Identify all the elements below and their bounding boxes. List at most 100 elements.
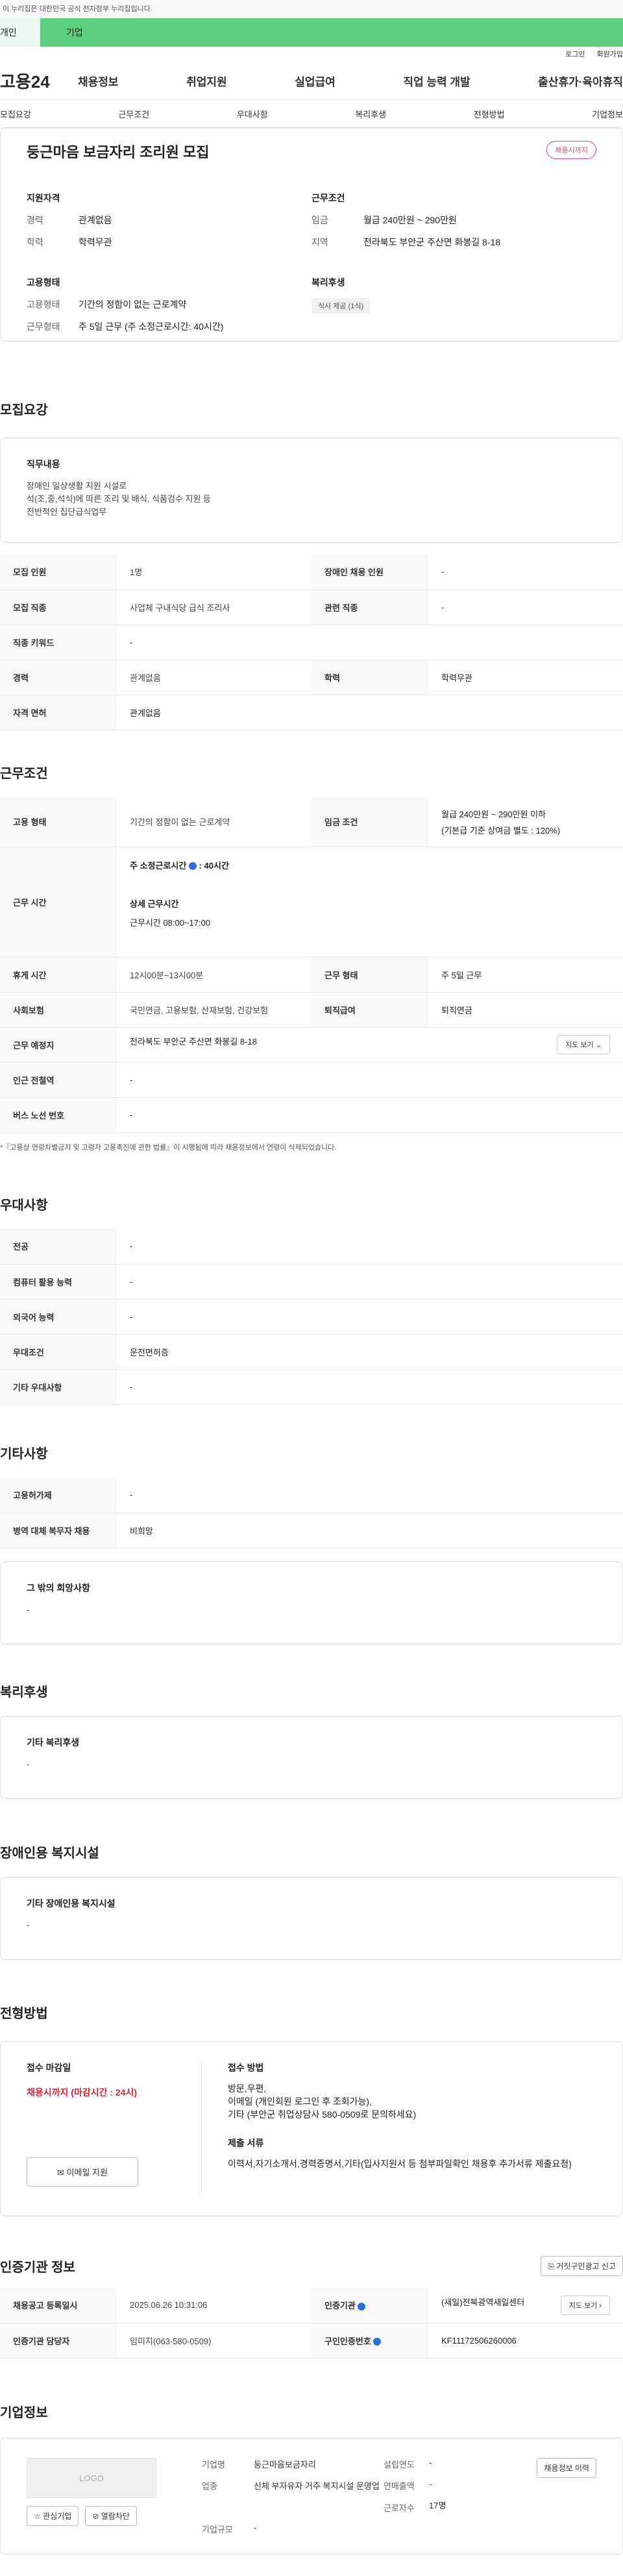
report-button[interactable]: ⎘ 거짓구인광고 신고 (541, 2256, 623, 2276)
table-row: 우대조건 운전면허증 (0, 1334, 623, 1370)
company-year-label: 설립연도 (384, 2460, 415, 2470)
conditions-heading: 근무조건 (312, 193, 345, 203)
cell-label: 사회보험 (0, 992, 117, 1028)
cell-label: 고용 형태 (0, 797, 117, 847)
tab-personal[interactable]: 개인 (0, 18, 40, 47)
cell-label: 자격 면허 (0, 695, 117, 730)
gnb-item-employment-support[interactable]: 취업지원 (186, 73, 227, 89)
job-history-button[interactable]: 채용정보 이력 (537, 2458, 596, 2478)
table-row: 고용 형태 기간의 정함이 없는 근로계약 임금 조건 월급 240만원 ~ 290만… (0, 797, 623, 847)
cell-label: 외국어 능력 (0, 1299, 117, 1335)
tab-corporate[interactable]: 기업 (40, 18, 623, 47)
star-icon: ☆ (34, 2512, 41, 2521)
deadline-badge: 채용시까지 (546, 141, 596, 159)
anchor-recruit[interactable]: 모집요강 (0, 108, 31, 120)
anchor-welfare[interactable]: 복리후생 (355, 108, 386, 120)
info-icon[interactable] (358, 2302, 366, 2310)
method-line: 기타 (부안군 취업상담사 580-0509로 문의하세요) (228, 2109, 417, 2120)
org-value: (새일)전북광역새일센터 (441, 2297, 525, 2307)
etc-hope-box: 그 밖의 희망사항 - (0, 1561, 623, 1644)
anchor-pref[interactable]: 우대사항 (237, 108, 268, 120)
email-apply-button[interactable]: ✉ 이메일 지원 (27, 2157, 138, 2186)
cell-value: 학력무관 (428, 660, 623, 695)
site-logo[interactable]: 고용24 (0, 69, 78, 93)
hours-detail-label: 상세 근무시간 (130, 898, 179, 909)
company-sales-label: 연매출액 근로자수 (384, 2481, 415, 2513)
pref-heading: 우대사항 (0, 1198, 48, 1213)
info-icon[interactable] (188, 862, 197, 871)
company-biz-value: 신체 부자유자 거주 복지시설 운영업 (254, 2481, 380, 2491)
anchor-company[interactable]: 기업정보 (592, 108, 623, 120)
cell-value: - (428, 589, 623, 625)
worktype-label: 근무형태 (27, 321, 60, 332)
etc-section: 기타사항 고용허가제 - 병역 대체 복무자 채용 비희망 그 밖의 희망사항 - (0, 1443, 623, 1644)
table-row: 모집 인원 1명 장애인 채용 인원 - (0, 554, 623, 590)
table-row: 인증기관 담당자 임미지(063-580-0509) 구인인증번호 KF111725… (0, 2323, 623, 2359)
cell-value: - (117, 1299, 623, 1335)
cell-value: 비희망 (117, 1513, 623, 1548)
gnb-menu: 채용정보 취업지원 실업급여 직업 능력 개발 출산휴가·육아휴직 (78, 73, 623, 89)
cell-label: 장애인 채용 인원 (312, 554, 428, 590)
method-line: 방문,우편, (228, 2083, 267, 2094)
cell-value: 2025.06.26 10:31:06 (117, 2288, 312, 2323)
table-row: 모집 직종 사업체 구내식당 급식 조리사 관련 직종 - (0, 589, 623, 625)
age-footnote: *『고용상 연령차별금지 및 고령자 고용촉진에 관한 법률』이 시행됨에 따라… (0, 1143, 337, 1152)
gnb-item-leave[interactable]: 출산휴가·육아휴직 (538, 73, 623, 89)
block-view-button[interactable]: ⊘ 열람차단 (85, 2506, 137, 2526)
map-button[interactable]: 지도 보기 ⌄ (557, 1035, 610, 1054)
etc-hope-heading: 그 밖의 희망사항 (27, 1582, 90, 1593)
location-label: 지역 (312, 237, 328, 247)
welfare-heading: 복리후생 (0, 1685, 48, 1700)
gnb-item-jobs[interactable]: 채용정보 (78, 73, 119, 89)
wage-line: 월급 240만원 ~ 290만원 이하 (441, 809, 546, 819)
etc-hope-value: - (27, 1604, 30, 1615)
cell-label: 임금 조건 (312, 797, 428, 847)
cell-value: - (117, 1264, 623, 1300)
cell-value: - (117, 1097, 623, 1133)
company-sales-value: - (429, 2479, 432, 2489)
cert-map-button[interactable]: 지도 보기 › (560, 2295, 610, 2315)
cell-value: - (117, 1062, 623, 1098)
edu-value: 학력무관 (79, 237, 112, 247)
company-year-value: - (429, 2458, 432, 2468)
emptype-label: 고용형태 (27, 299, 60, 310)
recruit-section: 모집요강 직무내용 장애인 일상생활 지원 시설로 석(조,중,석식)에 따른 … (0, 399, 623, 730)
cell-value: 사업체 구내식당 급식 조리사 (117, 589, 312, 625)
anchor-selection[interactable]: 전형방법 (474, 108, 505, 120)
cell-label: 우대조건 (0, 1334, 117, 1370)
table-row: 사회보험 국민연금, 고용보험, 산재보험, 건강보험 퇴직급여 퇴직연금 (0, 992, 623, 1028)
company-box: LOGO ☆ 관심기업 ⊘ 열람차단 기업명 둥근마음보금자리 설립연도 - 업종 신… (0, 2438, 623, 2555)
favorite-company-button[interactable]: ☆ 관심기업 (27, 2506, 79, 2526)
anchor-work[interactable]: 근무조건 (118, 108, 149, 120)
place-value: 전라북도 부안군 주산면 화봉길 8-18 (130, 1037, 257, 1046)
cell-value: - (117, 1229, 623, 1265)
table-row: 전공 - (0, 1229, 623, 1265)
signup-link[interactable]: 회원가입 (597, 47, 623, 62)
cell-label: 인증기관 (312, 2288, 428, 2323)
login-link[interactable]: 로그인 (565, 47, 585, 62)
work-heading: 근무조건 (0, 767, 48, 781)
company-emp-value: 17명 (429, 2501, 446, 2510)
etc-table: 고용허가제 - 병역 대체 복무자 채용 비희망 (0, 1478, 623, 1548)
gnb-item-training[interactable]: 직업 능력 개발 (403, 73, 470, 89)
cell-value: 주 5일 근무 (428, 957, 623, 993)
mail-icon: ✉ (57, 2168, 64, 2177)
cell-value: 1명 (117, 554, 312, 590)
company-size-label: 기업규모 (202, 2525, 233, 2534)
section-anchor-nav: 모집요강 근무조건 우대사항 복리후생 전형방법 기업정보 (0, 100, 623, 129)
selection-heading: 전형방법 (0, 2007, 48, 2021)
report-icon: ⎘ (548, 2262, 554, 2271)
cell-label: 고용허가제 (0, 1478, 117, 1513)
table-row: 인근 전철역 - (0, 1062, 623, 1098)
gnb-item-unemployment[interactable]: 실업급여 (295, 73, 336, 89)
cell-value: 기간의 정함이 없는 근로계약 (117, 797, 312, 847)
cell-label: 학력 (312, 660, 428, 695)
deadline-heading: 접수 마감일 (27, 2062, 71, 2073)
cell-value: - (117, 1369, 623, 1405)
table-row: 휴게 시간 12시00분~13시00분 근무 형태 주 5일 근무 (0, 957, 623, 993)
qualification-heading: 지원자격 (27, 193, 60, 203)
chevron-down-icon: ⌄ (595, 1041, 602, 1049)
info-icon[interactable] (373, 2338, 382, 2346)
cell-label: 채용공고 등록일시 (0, 2288, 117, 2323)
cell-label: 병역 대체 복무자 채용 (0, 1513, 117, 1548)
